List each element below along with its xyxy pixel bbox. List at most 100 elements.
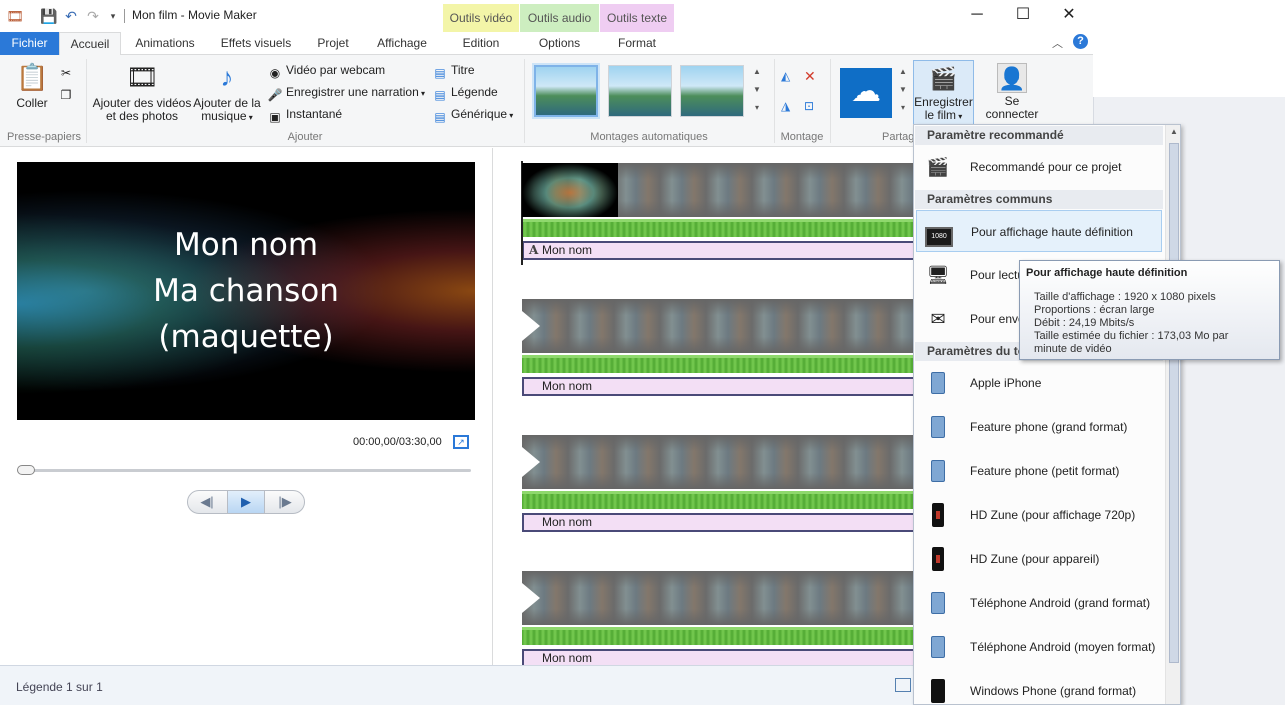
title-button[interactable]: ▤ Titre — [432, 61, 474, 80]
clip-audio-waveform[interactable] — [522, 627, 913, 645]
tab-format[interactable]: Format — [600, 32, 674, 55]
scroll-up-icon[interactable]: ▲ — [1166, 127, 1180, 136]
menu-item-label: Apple iPhone — [970, 376, 1042, 390]
menu-item-label: HD Zune (pour affichage 720p) — [970, 508, 1136, 522]
webcam-video-button[interactable]: ◉ Vidéo par webcam — [267, 61, 385, 80]
remove-icon[interactable]: ✕ — [804, 67, 816, 85]
menu-item-device[interactable]: Feature phone (grand format) — [916, 406, 1162, 448]
save-film-button[interactable]: 🎬 Enregistrer le film ▾ — [913, 60, 974, 126]
play-icon[interactable]: ▶ — [227, 491, 265, 513]
group-label-automovie: Montages automatiques — [590, 131, 708, 143]
ribbon-collapse-icon[interactable]: ︿ — [1052, 35, 1063, 51]
sign-in-label-1: Se — [1004, 94, 1020, 108]
tab-project[interactable]: Projet — [306, 32, 360, 55]
storyboard-clip[interactable]: Mon nom — [522, 435, 913, 545]
theme-thumbnail[interactable] — [608, 65, 672, 117]
gallery-scroll-arrows[interactable]: ▲ ▼ ▾ — [750, 63, 764, 119]
quick-access-dropdown-icon[interactable]: ▾ — [104, 7, 122, 25]
tab-file[interactable]: Fichier — [0, 32, 59, 55]
minimize-button[interactable]: ─ — [954, 0, 1000, 30]
theme-thumbnail[interactable] — [534, 65, 598, 117]
add-music-button[interactable]: ♪ Ajouter de la musique ▾ — [193, 61, 261, 124]
save-icon[interactable]: 💾 — [40, 7, 58, 25]
rotate-left-icon[interactable]: ◭ — [781, 67, 790, 85]
menu-item-device[interactable]: Feature phone (petit format) — [916, 450, 1162, 492]
storyboard-view-icon[interactable] — [895, 678, 911, 692]
seek-bar[interactable] — [17, 469, 471, 472]
storyboard-clip[interactable]: A Mon nom — [522, 163, 913, 273]
select-all-icon[interactable]: ⊡ — [804, 97, 814, 115]
menu-item-device[interactable]: Apple iPhone — [916, 362, 1162, 404]
clip-caption-bar[interactable]: A Mon nom — [522, 241, 913, 260]
clip-caption-bar[interactable]: Mon nom — [522, 513, 913, 532]
ribbon-tab-row: Fichier Accueil Animations Effets visuel… — [0, 32, 1093, 56]
record-narration-button[interactable]: 🎤 Enregistrer une narration ▾ — [267, 83, 425, 102]
copy-button[interactable]: ❐ — [58, 83, 77, 102]
clip-video-strip[interactable] — [522, 299, 913, 353]
tab-animations[interactable]: Animations — [126, 32, 204, 55]
caption-a-icon: A — [529, 243, 539, 257]
save-film-icon: 🎬 — [929, 66, 958, 91]
add-music-dropdown-icon: ▾ — [246, 113, 253, 122]
menu-item-device[interactable]: HD Zune (pour affichage 720p) — [916, 494, 1162, 536]
add-music-label-2: musique — [201, 109, 247, 123]
clip-thumbnail — [522, 163, 618, 217]
redo-icon[interactable]: ↷ — [84, 7, 102, 25]
paste-button[interactable]: 📋 Coller — [12, 61, 52, 110]
undo-icon[interactable]: ↶ — [62, 7, 80, 25]
tooltip-line: minute de vidéo — [1034, 343, 1112, 355]
add-videos-photos-button[interactable]: 🎞 Ajouter des vidéos et des photos — [92, 61, 192, 123]
clip-caption-bar[interactable]: Mon nom — [522, 649, 913, 665]
caption-label: Légende — [451, 85, 498, 99]
next-frame-icon[interactable]: |▶ — [266, 491, 304, 513]
share-scroll-arrows[interactable]: ▲ ▼ ▾ — [896, 63, 910, 119]
movie-maker-app-icon[interactable]: 🎞 — [6, 7, 24, 25]
clip-audio-waveform[interactable] — [522, 491, 913, 509]
tab-view[interactable]: Affichage — [368, 32, 436, 55]
menu-item-device[interactable]: Téléphone Android (grand format) — [916, 582, 1162, 624]
clip-video-strip[interactable] — [522, 571, 913, 625]
clip-audio-waveform[interactable] — [522, 355, 913, 373]
scroll-thumb[interactable] — [1169, 143, 1179, 663]
clip-audio-waveform[interactable] — [522, 219, 913, 237]
cut-button[interactable]: ✂ — [58, 61, 77, 80]
snapshot-button[interactable]: ▣ Instantané — [267, 105, 342, 124]
menu-item-label: Téléphone Android (grand format) — [970, 596, 1151, 610]
preview-monitor[interactable]: Mon nom Ma chanson (maquette) — [17, 162, 475, 420]
scissors-icon: ✂ — [60, 66, 72, 80]
caption-button[interactable]: ▤ Légende — [432, 83, 498, 102]
previous-frame-icon[interactable]: ◀| — [188, 491, 226, 513]
menu-scrollbar[interactable]: ▲ — [1165, 125, 1180, 704]
theme-thumbnail[interactable] — [680, 65, 744, 117]
clip-video-strip[interactable] — [522, 435, 913, 489]
credits-label: Générique — [451, 107, 508, 121]
tab-options[interactable]: Options — [520, 32, 599, 55]
menu-header-recommended: Paramètre recommandé — [915, 126, 1163, 145]
menu-item-device[interactable]: Windows Phone (grand format) — [916, 670, 1162, 704]
fullscreen-icon[interactable]: ↗ — [453, 435, 469, 449]
help-icon[interactable]: ? — [1073, 34, 1088, 49]
add-videos-label-1: Ajouter des vidéos — [92, 96, 192, 110]
clip-caption-text: Mon nom — [542, 243, 593, 257]
menu-item-hd-display[interactable]: 1080 Pour affichage haute définition — [916, 210, 1162, 252]
sign-in-button[interactable]: 👤 Se connecter — [982, 60, 1042, 126]
clip-caption-bar[interactable]: Mon nom — [522, 377, 913, 396]
storyboard-clip[interactable]: Mon nom — [522, 571, 913, 665]
tab-edit[interactable]: Edition — [443, 32, 519, 55]
phone-camera-icon — [924, 589, 952, 617]
menu-item-device[interactable]: HD Zune (pour appareil) — [916, 538, 1162, 580]
tab-home[interactable]: Accueil — [59, 32, 121, 56]
storyboard-clip[interactable]: Mon nom — [522, 299, 913, 409]
seek-handle[interactable] — [17, 465, 35, 475]
maximize-button[interactable]: ☐ — [1000, 0, 1046, 30]
hd-display-tooltip: Pour affichage haute définition Taille d… — [1019, 260, 1280, 360]
windows-phone-icon — [924, 677, 952, 704]
close-button[interactable]: ✕ — [1046, 0, 1092, 30]
tab-visual-effects[interactable]: Effets visuels — [212, 32, 300, 55]
save-film-dropdown-icon: ▾ — [956, 112, 963, 121]
onedrive-cloud-icon[interactable]: ☁ — [840, 68, 892, 118]
menu-item-recommended[interactable]: 🎬 Recommandé pour ce projet — [916, 146, 1162, 188]
rotate-right-icon[interactable]: ◮ — [781, 97, 790, 115]
menu-item-device[interactable]: Téléphone Android (moyen format) — [916, 626, 1162, 668]
credits-button[interactable]: ▤ Générique ▾ — [432, 105, 513, 124]
